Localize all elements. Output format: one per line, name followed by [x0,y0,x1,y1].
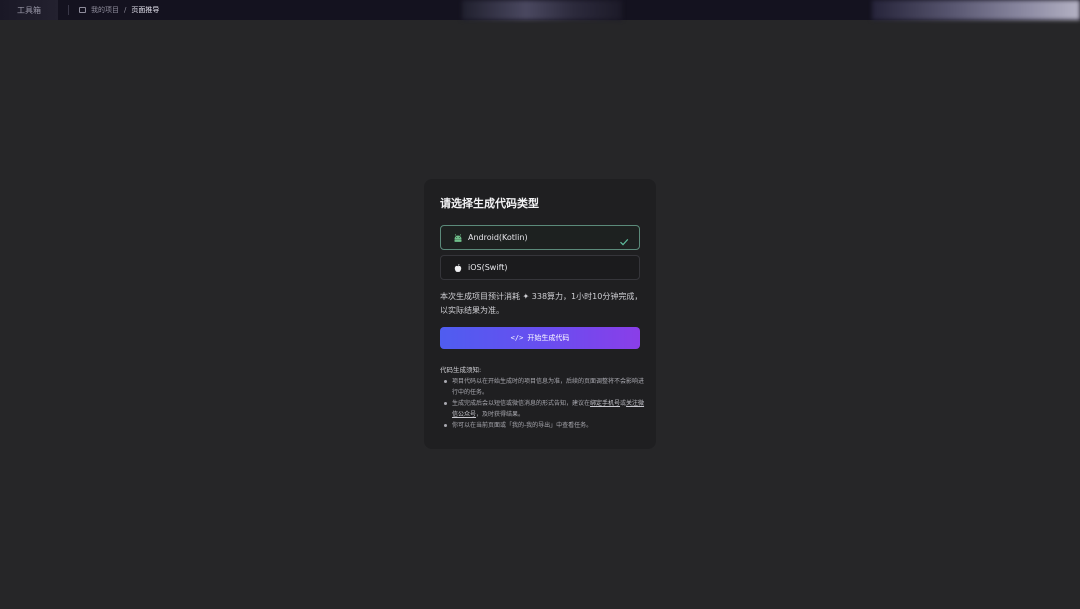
notes-title: 代码生成须知: [440,366,482,374]
dialog-title: 请选择生成代码类型 [440,197,539,210]
notes-list: 项目代码以在开始生成时的项目信息为准，后续的页面调整将不会影响进行中的任务。 生… [440,376,645,431]
start-generate-button[interactable]: </> 开始生成代码 [440,327,640,349]
blurred-header-right [872,0,1080,20]
note-text: 生成完成后会以短信或微信消息的形式告知，建议在 [452,400,591,407]
option-ios-swift[interactable]: iOS(Swift) [440,255,640,280]
option-label: Android(Kotlin) [468,233,528,242]
option-label: iOS(Swift) [468,263,508,272]
note-item: 你可以在当前页面或「我的-我的导出」中查看任务。 [440,420,645,431]
android-icon [453,233,463,243]
breadcrumb-parent[interactable]: 我的项目 [91,5,119,15]
app-logo[interactable]: 工具箱 [0,0,58,20]
logo-text: 工具箱 [17,5,41,15]
code-icon: </> [510,334,524,342]
code-type-dialog: 请选择生成代码类型 Android(Kotlin) iOS(Swift) 本次生… [424,179,656,449]
check-icon [619,232,629,246]
note-item: 生成完成后会以短信或微信消息的形式告知，建议在绑定手机号或关注微信公众号，及时获… [440,398,645,420]
note-text: ，及时获得结果。 [476,411,525,418]
estimate-text: 本次生成项目预计消耗 ✦ 338算力，1小时10分钟完成，以实际结果为准。 [440,292,643,315]
breadcrumb-separator: / [124,6,127,14]
folder-icon [79,7,86,13]
breadcrumb-current: 页面推导 [131,6,160,14]
breadcrumb: 我的项目 / 页面推导 [79,5,159,15]
blurred-header-center [462,0,622,20]
apple-icon [453,263,463,273]
bind-phone-link[interactable]: 绑定手机号 [590,400,620,407]
topbar-divider [68,5,69,15]
option-android-kotlin[interactable]: Android(Kotlin) [440,225,640,250]
start-button-label: 开始生成代码 [527,334,570,342]
note-item: 项目代码以在开始生成时的项目信息为准，后续的页面调整将不会影响进行中的任务。 [440,376,645,398]
